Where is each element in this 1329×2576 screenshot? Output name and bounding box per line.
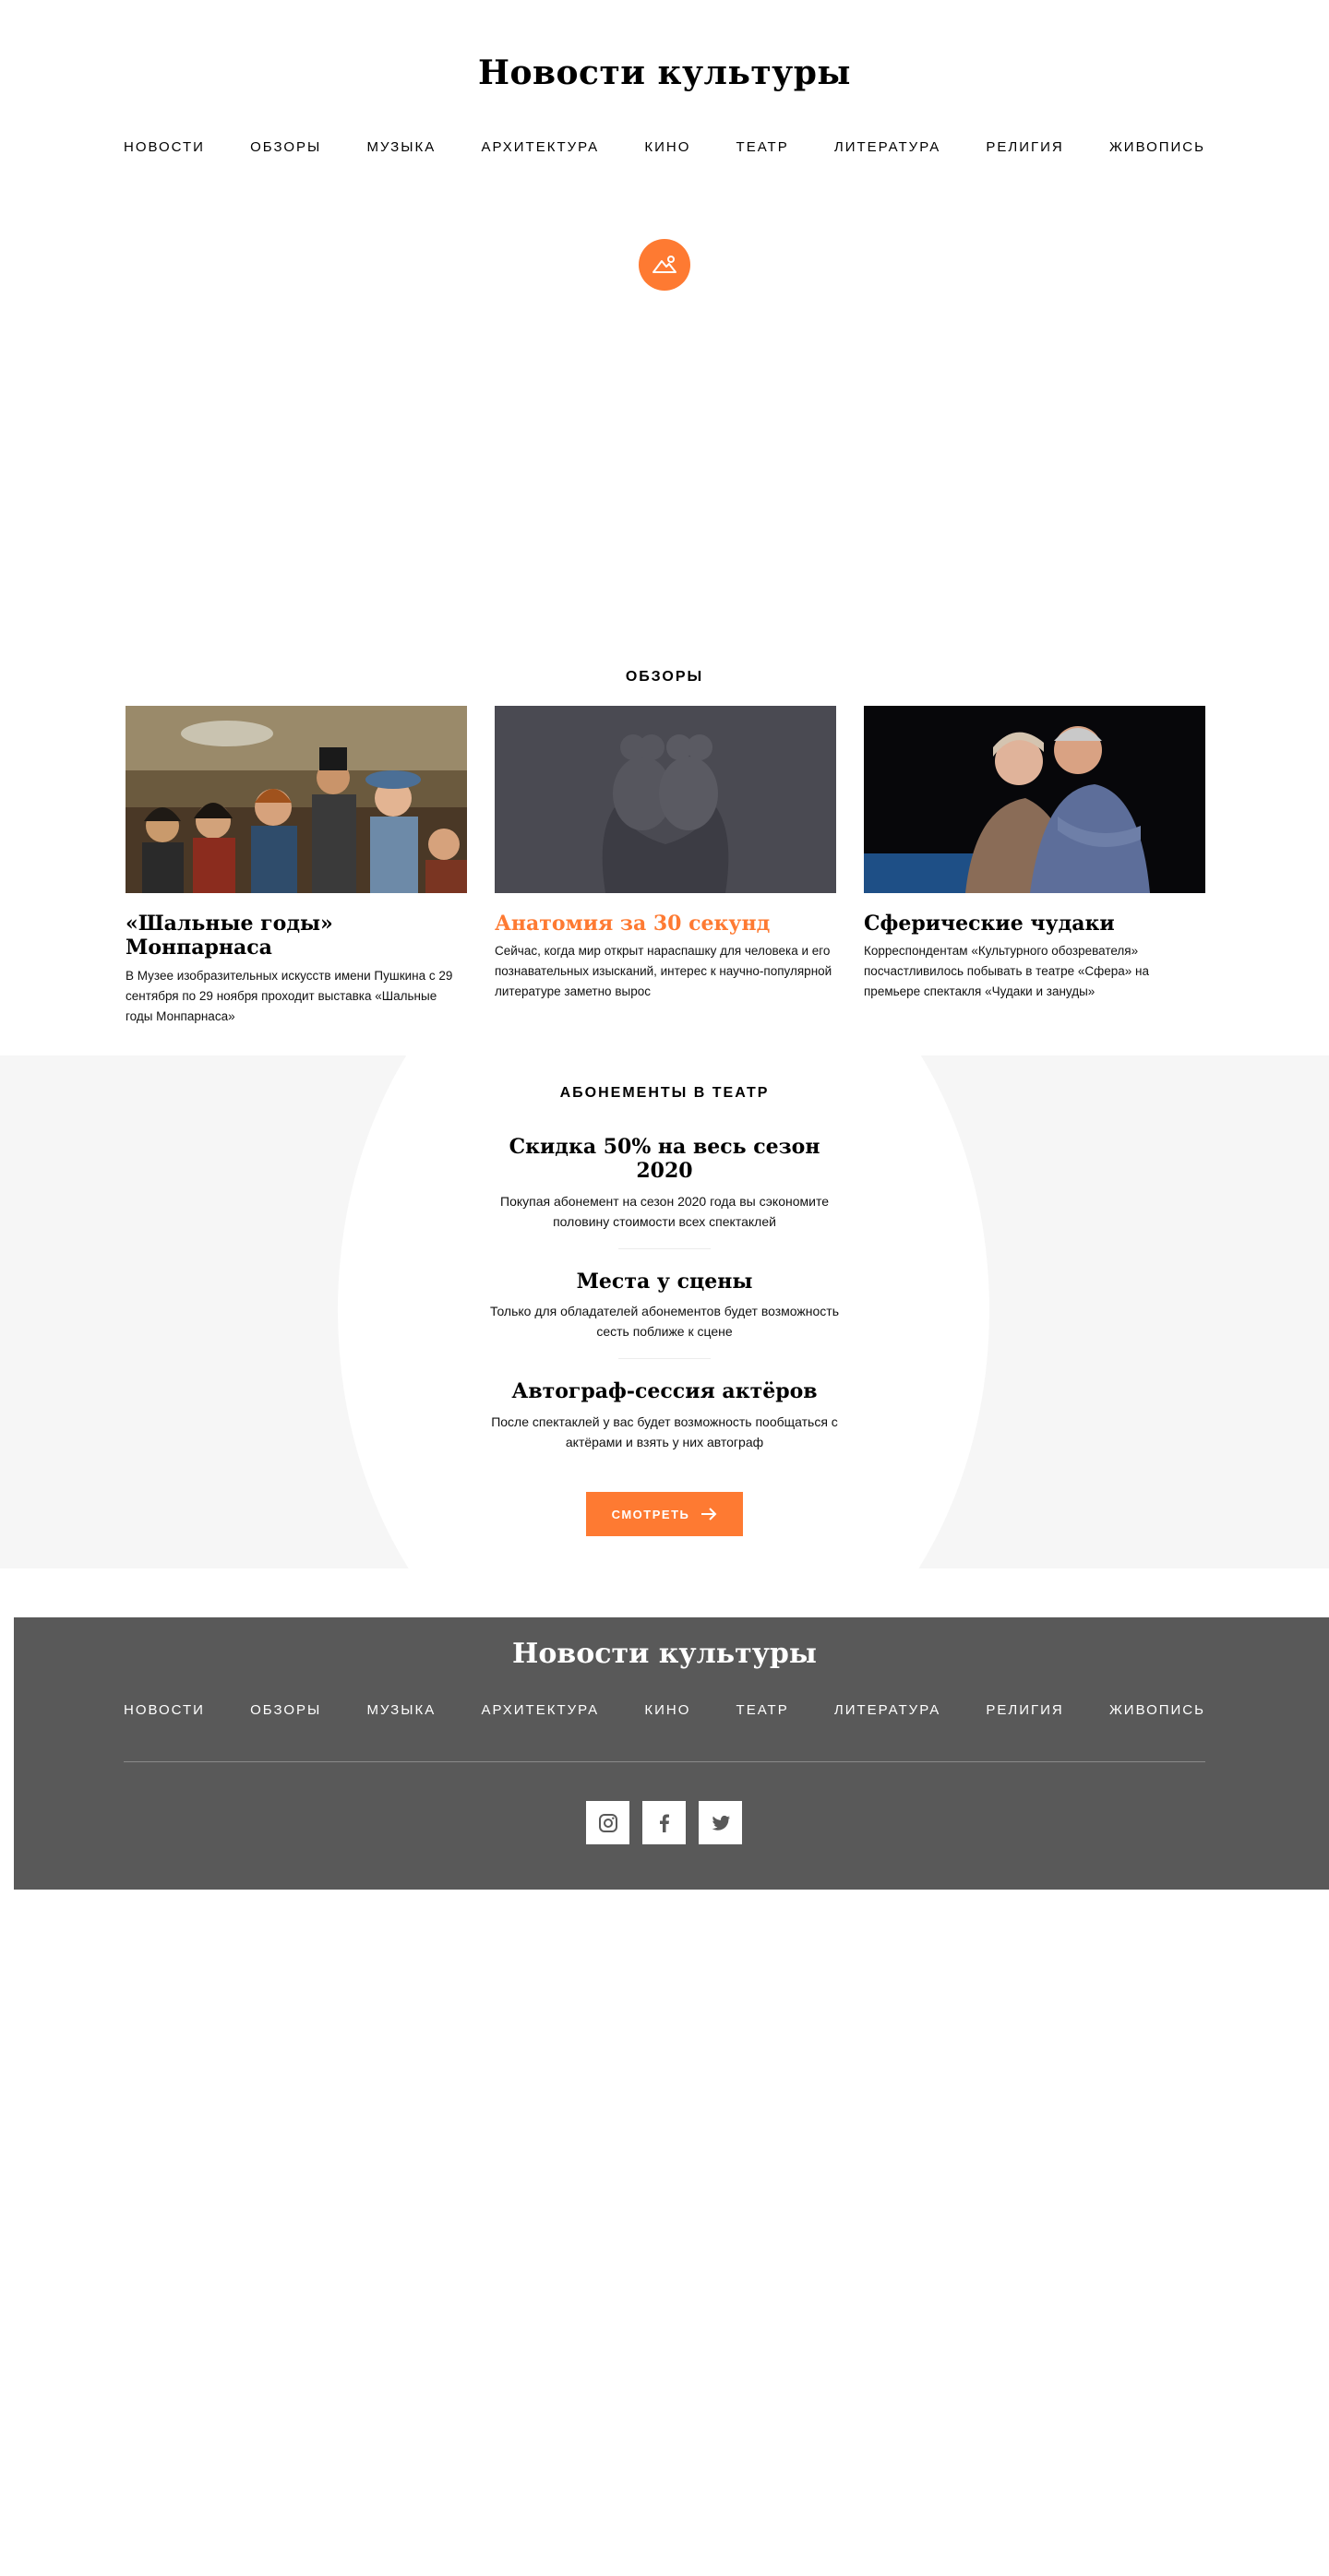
reviews-heading: ОБЗОРЫ [625, 669, 704, 685]
facebook-icon[interactable] [642, 1801, 686, 1844]
footer-nav-item-architecture[interactable]: АРХИТЕКТУРА [481, 1702, 599, 1718]
nav-item-theatre[interactable]: ТЕАТР [736, 139, 789, 155]
review-card: Сферические чудаки Корреспондентам «Куль… [864, 706, 1205, 1002]
main-nav: НОВОСТИ ОБЗОРЫ МУЗЫКА АРХИТЕКТУРА КИНО Т… [124, 139, 1205, 155]
offer-item: Автограф-сессия актёров После спектаклей… [480, 1379, 849, 1451]
offer-title: Места у сцены [576, 1269, 753, 1294]
subscriptions-heading: АБОНЕМЕНТЫ В ТЕАТР [559, 1085, 770, 1101]
footer-divider [124, 1761, 1205, 1762]
instagram-icon[interactable] [586, 1801, 629, 1844]
footer-nav-item-literature[interactable]: ЛИТЕРАТУРА [834, 1702, 940, 1718]
offer-item: Места у сцены Только для обладателей або… [480, 1270, 849, 1342]
view-button-label: СМОТРЕТЬ [611, 1507, 690, 1521]
review-title[interactable]: Анатомия за 30 секунд [495, 912, 836, 936]
review-text: Сейчас, когда мир открыт нараспашку для … [495, 944, 832, 999]
offer-text: Покупая абонемент на сезон 2020 года вы … [500, 1193, 829, 1229]
site-title[interactable]: Новости культуры [0, 54, 1329, 92]
review-text: В Музее изобразительных искусств имени П… [126, 968, 453, 1023]
twitter-icon[interactable] [699, 1801, 742, 1844]
footer-nav-item-news[interactable]: НОВОСТИ [124, 1702, 205, 1718]
offer-divider [618, 1247, 711, 1249]
footer-nav-item-theatre[interactable]: ТЕАТР [736, 1702, 789, 1718]
offer-text: Только для обладателей абонементов будет… [489, 1304, 839, 1340]
review-card: «Шальные годы» Монпарнаса В Музее изобра… [126, 706, 467, 1027]
review-title[interactable]: «Шальные годы» Монпарнаса [126, 912, 467, 960]
nav-item-music[interactable]: МУЗЫКА [366, 139, 436, 155]
nav-item-news[interactable]: НОВОСТИ [124, 139, 205, 155]
footer-nav-item-cinema[interactable]: КИНО [644, 1702, 690, 1718]
footer-site-title[interactable]: Новости культуры [14, 1638, 1315, 1670]
site-header: Новости культуры НОВОСТИ ОБЗОРЫ МУЗЫКА А… [0, 0, 1329, 212]
footer-nav: НОВОСТИ ОБЗОРЫ МУЗЫКА АРХИТЕКТУРА КИНО Т… [124, 1702, 1205, 1718]
nav-item-architecture[interactable]: АРХИТЕКТУРА [481, 139, 599, 155]
offer-title: Скидка 50% на весь сезон 2020 [509, 1135, 820, 1184]
nav-item-literature[interactable]: ЛИТЕРАТУРА [834, 139, 940, 155]
nav-item-cinema[interactable]: КИНО [644, 139, 690, 155]
footer-nav-item-painting[interactable]: ЖИВОПИСЬ [1109, 1702, 1205, 1718]
theatre-actors-thumbnail[interactable] [864, 706, 1205, 893]
social-links [586, 1801, 742, 1844]
offer-title: Автограф-сессия актёров [511, 1379, 818, 1404]
footer-nav-item-music[interactable]: МУЗЫКА [366, 1702, 436, 1718]
footer-nav-item-religion[interactable]: РЕЛИГИЯ [986, 1702, 1063, 1718]
nav-item-reviews[interactable]: ОБЗОРЫ [250, 139, 321, 155]
nav-item-religion[interactable]: РЕЛИГИЯ [986, 139, 1063, 155]
site-footer: Новости культуры НОВОСТИ ОБЗОРЫ МУЗЫКА А… [14, 1617, 1329, 1890]
offer-divider [618, 1358, 711, 1360]
subscriptions-content: АБОНЕМЕНТЫ В ТЕАТР Скидка 50% на весь се… [0, 1055, 1329, 1452]
image-placeholder-icon [639, 239, 690, 291]
footer-nav-item-reviews[interactable]: ОБЗОРЫ [250, 1702, 321, 1718]
review-text: Корреспондентам «Культурного обозревател… [864, 944, 1149, 999]
painting-people-thumbnail[interactable] [126, 706, 467, 893]
reviews-cards: «Шальные годы» Монпарнаса В Музее изобра… [126, 706, 1205, 1023]
nav-item-painting[interactable]: ЖИВОПИСЬ [1109, 139, 1205, 155]
view-button[interactable]: СМОТРЕТЬ [586, 1492, 743, 1536]
offer-text: После спектаклей у вас будет возможность… [491, 1413, 838, 1449]
hands-sculpture-thumbnail[interactable] [495, 706, 836, 893]
theatre-subscriptions-section: АБОНЕМЕНТЫ В ТЕАТР Скидка 50% на весь се… [0, 1055, 1329, 1568]
review-title[interactable]: Сферические чудаки [864, 912, 1205, 936]
review-card: Анатомия за 30 секунд Сейчас, когда мир … [495, 706, 836, 1002]
offer-item: Скидка 50% на весь сезон 2020 Покупая аб… [480, 1135, 849, 1232]
arrow-right-icon [701, 1508, 717, 1521]
